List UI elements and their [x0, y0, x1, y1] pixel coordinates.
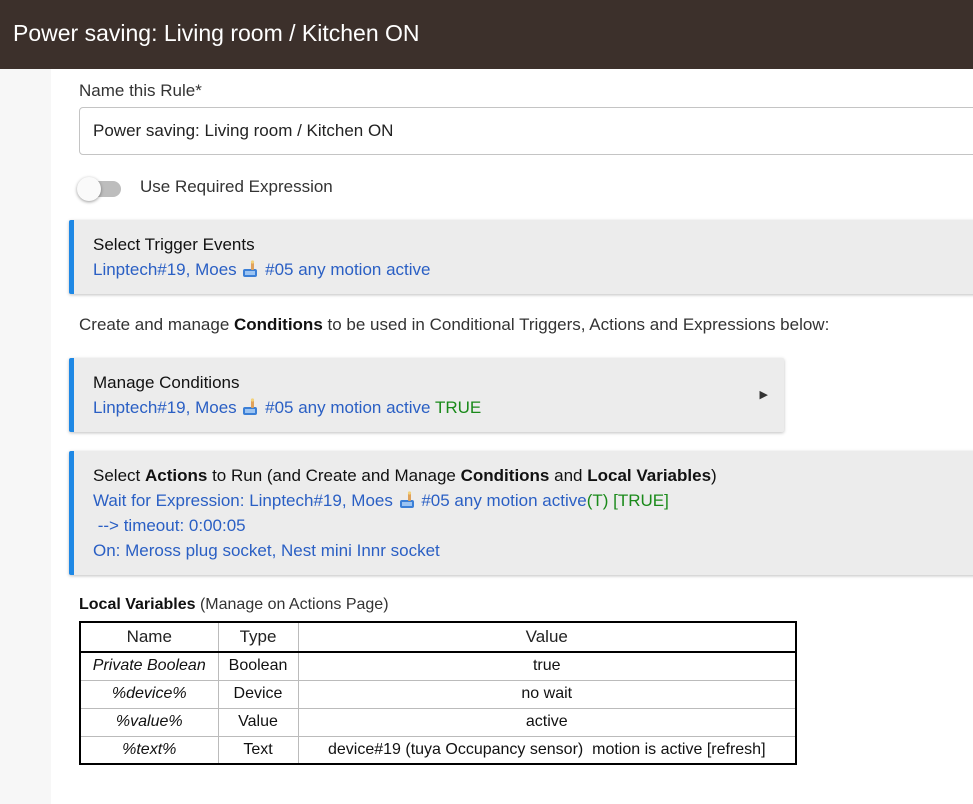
action-wait-status: (T) [TRUE] — [586, 491, 669, 510]
action-on-devices: On: Meross plug socket, Nest mini Innr s… — [93, 541, 440, 560]
action-wait-expression: Wait for Expression: Linptech#19, Moes #… — [93, 488, 973, 513]
variable-name: %text% — [79, 735, 219, 765]
local-variables-heading: Local Variables (Manage on Actions Page) — [79, 596, 389, 614]
action-timeout: --> timeout: 0:00:05 — [93, 516, 246, 535]
local-variables-title: Local Variables — [79, 596, 196, 613]
table-row: %device% Device no wait — [79, 679, 797, 709]
required-expression-toggle[interactable] — [77, 177, 121, 201]
table-row: %value% Value active — [79, 707, 797, 737]
device-emoji-icon — [242, 398, 258, 416]
table-header-row: Name Type Value — [79, 621, 797, 653]
local-variables-table: Name Type Value Private Boolean Boolean … — [79, 621, 797, 765]
trigger-panel-title: Select Trigger Events — [93, 235, 255, 254]
variable-value: device#19 (tuya Occupancy sensor) motion… — [297, 735, 797, 765]
select-trigger-events-panel[interactable]: Select Trigger Events Linptech#19, Moes … — [69, 220, 973, 294]
actions-title-bold: Local Variables — [587, 466, 712, 485]
conditions-summary: Linptech#19, Moes #05 any motion active … — [93, 395, 784, 420]
variable-value: active — [297, 707, 797, 737]
variable-value: no wait — [297, 679, 797, 709]
actions-title-part: ) — [711, 466, 717, 485]
page-title: Power saving: Living room / Kitchen ON — [13, 20, 420, 46]
variable-name: Private Boolean — [79, 651, 219, 681]
device-emoji-icon — [242, 260, 258, 278]
variable-value: true — [297, 651, 797, 681]
action-wait-device: Wait for Expression: Linptech#19, Moes — [93, 491, 393, 510]
actions-title-bold: Actions — [144, 466, 208, 485]
condition-status: TRUE — [434, 398, 482, 417]
trigger-summary: Linptech#19, Moes #05 any motion active — [93, 257, 973, 282]
variable-name: %value% — [79, 707, 219, 737]
column-header-value: Value — [297, 621, 797, 653]
toggle-knob — [77, 177, 101, 201]
hint-text-bold: Conditions — [234, 315, 323, 334]
select-actions-panel[interactable]: Select Actions to Run (and Create and Ma… — [69, 451, 973, 575]
table-row: %text% Text device#19 (tuya Occupancy se… — [79, 735, 797, 765]
actions-title-part: to Run (and Create and Manage — [212, 466, 456, 485]
variable-type: Boolean — [217, 651, 299, 681]
variable-name: %device% — [79, 679, 219, 709]
table-row: Private Boolean Boolean true — [79, 651, 797, 681]
device-emoji-icon — [399, 491, 415, 509]
trigger-summary-event: #05 any motion active — [265, 260, 431, 279]
manage-conditions-panel[interactable]: Manage Conditions Linptech#19, Moes #05 … — [69, 358, 784, 432]
hint-text-post: to be used in Conditional Triggers, Acti… — [327, 315, 830, 334]
actions-title-bold: Conditions — [460, 466, 550, 485]
conditions-hint: Create and manage Conditions to be used … — [79, 315, 829, 335]
conditions-panel-title: Manage Conditions — [93, 373, 240, 392]
trigger-summary-device: Linptech#19, Moes — [93, 260, 237, 279]
rule-name-input[interactable] — [79, 107, 973, 155]
conditions-summary-device: Linptech#19, Moes — [93, 398, 237, 417]
variable-type: Text — [217, 735, 299, 765]
triangle-right-icon[interactable]: ▶ — [760, 388, 768, 401]
column-header-name: Name — [79, 621, 219, 653]
variable-type: Device — [217, 679, 299, 709]
action-wait-event: #05 any motion active — [421, 491, 587, 510]
required-expression-label: Use Required Expression — [140, 177, 333, 196]
rule-name-label: Name this Rule* — [79, 81, 202, 100]
actions-title-part: Select — [93, 466, 141, 485]
page-header: Power saving: Living room / Kitchen ON — [0, 0, 973, 69]
hint-text-pre: Create and manage — [79, 315, 230, 334]
actions-title-part: and — [554, 466, 583, 485]
actions-panel-title: Select Actions to Run (and Create and Ma… — [93, 463, 973, 488]
rule-editor: Name this Rule* Use Required Expression … — [51, 69, 973, 804]
local-variables-subtitle: (Manage on Actions Page) — [199, 596, 389, 613]
column-header-type: Type — [217, 621, 299, 653]
variable-type: Value — [217, 707, 299, 737]
conditions-summary-event: #05 any motion active — [265, 398, 431, 417]
